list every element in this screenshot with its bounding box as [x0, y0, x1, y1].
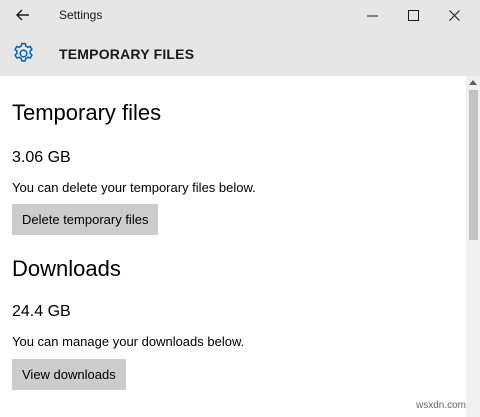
page-title: TEMPORARY FILES: [59, 46, 195, 62]
temporary-files-heading: Temporary files: [12, 100, 162, 125]
content-area: Temporary files 3.06 GB You can delete y…: [0, 76, 466, 417]
minimize-button[interactable]: [354, 0, 390, 31]
settings-window: Settings TEMPORARY FILES Temporary files…: [0, 0, 480, 417]
minimize-icon: [366, 15, 378, 17]
maximize-icon: [407, 10, 419, 21]
window-title: Settings: [59, 8, 103, 22]
temporary-files-description: You can delete your temporary files belo…: [12, 180, 256, 195]
delete-temporary-files-button[interactable]: Delete temporary files: [12, 204, 159, 235]
title-bar: Settings: [0, 0, 480, 31]
watermark: wsxdn.com: [416, 400, 467, 411]
maximize-button[interactable]: [395, 0, 431, 31]
view-downloads-button[interactable]: View downloads: [12, 359, 126, 390]
downloads-description: You can manage your downloads below.: [12, 334, 245, 349]
gear-icon: [14, 42, 33, 62]
close-icon: [448, 10, 460, 21]
scrollbar-thumb[interactable]: [469, 90, 478, 240]
downloads-size: 24.4 GB: [12, 303, 71, 320]
back-button[interactable]: [8, 3, 38, 27]
page-header: TEMPORARY FILES: [0, 31, 480, 76]
back-arrow-icon: [16, 9, 29, 21]
temporary-files-size: 3.06 GB: [12, 149, 71, 166]
downloads-heading: Downloads: [12, 256, 121, 281]
vertical-scrollbar[interactable]: [466, 76, 480, 417]
close-button[interactable]: [436, 0, 472, 31]
scroll-up-arrow-icon[interactable]: [469, 80, 477, 85]
